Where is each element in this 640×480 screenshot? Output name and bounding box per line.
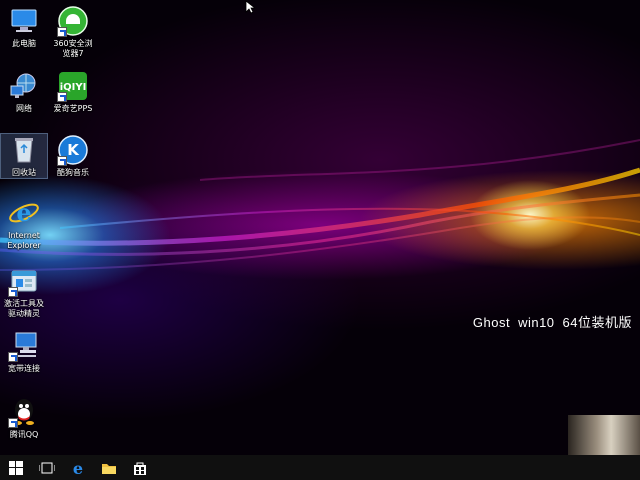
iqiyi-pps-icon[interactable]: iQIYI 爱奇艺PPS <box>50 70 96 114</box>
network-icon[interactable]: 网络 <box>1 70 47 114</box>
iqiyi-logo-icon: iQIYI <box>57 70 89 102</box>
broadband-connection-label: 宽带连接 <box>8 364 40 373</box>
ie-logo-icon: e <box>8 197 40 229</box>
network-label: 网络 <box>16 104 32 113</box>
kugou-logo-icon: K <box>57 134 89 166</box>
start-button[interactable] <box>0 455 31 480</box>
activation-tools-label: 激活工具及驱动精灵 <box>4 299 44 318</box>
task-view-icon <box>38 462 55 473</box>
360-browser-icon[interactable]: 360安全浏览器7 <box>50 5 96 59</box>
taskbar: e <box>0 455 640 480</box>
store-icon <box>133 462 146 475</box>
shortcut-arrow-icon <box>57 156 67 166</box>
svg-text:e: e <box>16 198 31 227</box>
qq-penguin-icon <box>8 396 40 428</box>
svg-text:e: e <box>72 460 82 476</box>
computer-icon <box>8 5 40 37</box>
wallpaper-light-streaks <box>0 139 640 271</box>
mouse-cursor-icon <box>245 0 255 14</box>
store-button[interactable] <box>124 455 155 480</box>
edge-browser-button[interactable]: e <box>62 455 93 480</box>
recycle-bin-glyph-icon <box>8 134 40 166</box>
svg-text:K: K <box>67 141 80 159</box>
file-explorer-button[interactable] <box>93 455 124 480</box>
this-pc-icon[interactable]: 此电脑 <box>1 5 47 49</box>
watermark-edition: 64位装机版 <box>562 315 632 330</box>
this-pc-label: 此电脑 <box>12 39 36 48</box>
windows-start-icon <box>8 460 23 475</box>
tencent-qq-label: 腾讯QQ <box>9 430 39 439</box>
edge-browser-icon: e <box>72 460 82 476</box>
kugou-music-label: 酷狗音乐 <box>57 168 89 177</box>
corner-building-image <box>568 415 640 455</box>
task-view-button[interactable] <box>31 455 62 480</box>
desktop-wallpaper[interactable]: 此电脑 360安全浏览器7 网络 iQIYI 爱奇艺PPS 回收站 K 酷狗音乐… <box>0 0 640 455</box>
os-edition-watermark: Ghost win10 64位装机版 <box>473 312 632 331</box>
shortcut-arrow-icon <box>8 287 18 297</box>
360-browser-label: 360安全浏览器7 <box>53 39 93 58</box>
tencent-qq-icon[interactable]: 腾讯QQ <box>1 396 47 440</box>
broadband-connection-icon[interactable]: 宽带连接 <box>1 330 47 374</box>
shortcut-arrow-icon <box>8 352 18 362</box>
shortcut-arrow-icon <box>57 92 67 102</box>
iqiyi-pps-label: 爱奇艺PPS <box>53 104 93 113</box>
internet-explorer-icon[interactable]: e Internet Explorer <box>1 197 47 251</box>
broadband-monitor-icon <box>8 330 40 362</box>
kugou-music-icon[interactable]: K 酷狗音乐 <box>50 134 96 178</box>
360-browser-logo-icon <box>57 5 89 37</box>
watermark-version: win10 <box>518 315 555 330</box>
recycle-bin-icon[interactable]: 回收站 <box>0 133 48 179</box>
globe-network-icon <box>8 70 40 102</box>
internet-explorer-label: Internet Explorer <box>7 231 41 250</box>
file-explorer-icon <box>101 463 116 474</box>
shortcut-arrow-icon <box>57 27 67 37</box>
shortcut-arrow-icon <box>8 418 18 428</box>
watermark-brand: Ghost <box>472 315 511 330</box>
folder-tools-icon <box>8 265 40 297</box>
activation-tools-icon[interactable]: 激活工具及驱动精灵 <box>1 265 47 319</box>
recycle-bin-label: 回收站 <box>12 168 36 177</box>
